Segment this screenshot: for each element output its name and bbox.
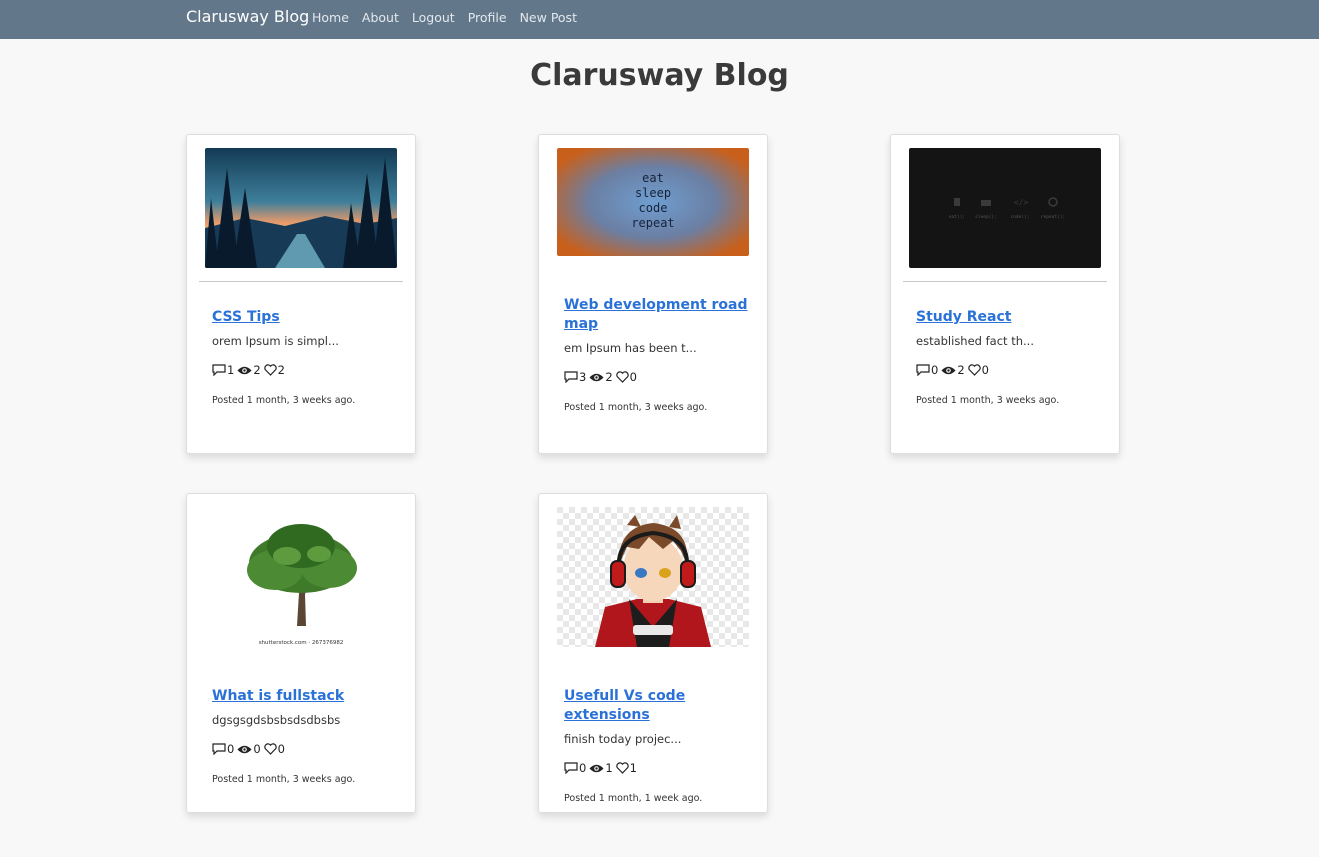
card-divider bbox=[199, 281, 403, 282]
comment-icon bbox=[212, 743, 226, 755]
card-body: Web development road map em Ipsum has be… bbox=[564, 296, 754, 413]
navbar: Clarusway Blog Home About Logout Profile… bbox=[0, 0, 1319, 39]
post-date: Posted 1 month, 3 weeks ago. bbox=[212, 395, 356, 406]
post-image-avatar bbox=[557, 507, 749, 647]
heart-icon[interactable] bbox=[263, 364, 277, 376]
post-stats: 1 2 2 bbox=[212, 363, 402, 377]
like-count[interactable]: 1 bbox=[615, 761, 637, 775]
image-caption-line: code bbox=[639, 201, 668, 215]
post-excerpt: established fact th... bbox=[916, 334, 1034, 348]
image-caption-line: code(); bbox=[1011, 214, 1030, 220]
nav-link-about[interactable]: About bbox=[362, 10, 399, 25]
image-caption-line: sleep(); bbox=[975, 214, 997, 220]
image-caption-line: repeat(); bbox=[1041, 214, 1065, 220]
comment-icon bbox=[212, 364, 226, 376]
post-excerpt: dgsgsgdsbsbsdsdbsbs bbox=[212, 713, 341, 727]
comment-count: 3 bbox=[564, 370, 586, 384]
post-excerpt: finish today projec... bbox=[564, 732, 682, 746]
post-card: Usefull Vs code extensions finish today … bbox=[538, 493, 768, 813]
post-image-dark-code: </> eat(); sleep(); code(); repeat(); bbox=[909, 148, 1101, 268]
comment-count: 1 bbox=[212, 363, 234, 377]
post-stats: 0 2 0 bbox=[916, 363, 1106, 377]
eye-icon bbox=[941, 366, 956, 374]
card-body: CSS Tips orem Ipsum is simpl... 1 2 2 Po… bbox=[212, 308, 402, 406]
eye-icon bbox=[237, 366, 252, 374]
post-title-link[interactable]: CSS Tips bbox=[212, 308, 402, 327]
post-date: Posted 1 month, 3 weeks ago. bbox=[916, 395, 1060, 406]
post-image-eat-sleep-code: eat sleep code repeat bbox=[557, 148, 749, 256]
eye-icon bbox=[589, 373, 604, 381]
view-count: 2 bbox=[941, 363, 965, 377]
comment-count: 0 bbox=[916, 363, 938, 377]
post-excerpt: em Ipsum has been t... bbox=[564, 341, 697, 355]
post-card: CSS Tips orem Ipsum is simpl... 1 2 2 Po… bbox=[186, 134, 416, 454]
card-body: Study React established fact th... 0 2 0… bbox=[916, 308, 1106, 406]
image-caption-line: sleep bbox=[635, 186, 671, 200]
post-stats: 0 1 1 bbox=[564, 761, 754, 775]
nav-links: Home About Logout Profile New Post bbox=[312, 10, 577, 25]
view-count: 2 bbox=[589, 370, 613, 384]
navbar-brand[interactable]: Clarusway Blog bbox=[186, 7, 309, 26]
post-excerpt: orem Ipsum is simpl... bbox=[212, 334, 339, 348]
card-divider bbox=[903, 281, 1107, 282]
comment-count: 0 bbox=[564, 761, 586, 775]
page-title: Clarusway Blog bbox=[530, 58, 789, 93]
view-count: 0 bbox=[237, 742, 261, 756]
like-count[interactable]: 0 bbox=[615, 370, 637, 384]
image-caption-line: eat(); bbox=[949, 214, 965, 220]
post-image-tree: shutterstock.com · 267376982 bbox=[205, 508, 397, 648]
post-date: Posted 1 month, 3 weeks ago. bbox=[564, 402, 708, 413]
like-count[interactable]: 0 bbox=[967, 363, 989, 377]
post-title-link[interactable]: Web development road map bbox=[564, 296, 754, 334]
card-body: What is fullstack dgsgsgdsbsbsdsdbsbs 0 … bbox=[212, 687, 402, 785]
view-count: 2 bbox=[237, 363, 261, 377]
post-title-link[interactable]: What is fullstack bbox=[212, 687, 402, 706]
eye-icon bbox=[589, 764, 604, 772]
post-card: shutterstock.com · 267376982 What is ful… bbox=[186, 493, 416, 813]
heart-icon[interactable] bbox=[263, 743, 277, 755]
post-stats: 3 2 0 bbox=[564, 370, 754, 384]
heart-icon[interactable] bbox=[967, 364, 981, 376]
nav-link-logout[interactable]: Logout bbox=[412, 10, 455, 25]
comment-count: 0 bbox=[212, 742, 234, 756]
post-title-link[interactable]: Usefull Vs code extensions bbox=[564, 687, 754, 725]
image-watermark: shutterstock.com · 267376982 bbox=[259, 640, 344, 646]
post-date: Posted 1 month, 3 weeks ago. bbox=[212, 774, 356, 785]
post-card: eat sleep code repeat Web development ro… bbox=[538, 134, 768, 454]
eye-icon bbox=[237, 745, 252, 753]
post-image-forest bbox=[205, 148, 397, 268]
nav-link-home[interactable]: Home bbox=[312, 10, 349, 25]
post-title-link[interactable]: Study React bbox=[916, 308, 1106, 327]
heart-icon[interactable] bbox=[615, 371, 629, 383]
view-count: 1 bbox=[589, 761, 613, 775]
image-caption-line: eat bbox=[642, 171, 664, 185]
post-date: Posted 1 month, 1 week ago. bbox=[564, 793, 703, 804]
post-card: </> eat(); sleep(); code(); repeat(); St… bbox=[890, 134, 1120, 454]
image-caption-line: repeat bbox=[631, 216, 674, 230]
comment-icon bbox=[916, 364, 930, 376]
like-count[interactable]: 2 bbox=[263, 363, 285, 377]
nav-link-profile[interactable]: Profile bbox=[468, 10, 507, 25]
svg-text:</>: </> bbox=[1014, 198, 1029, 207]
comment-icon bbox=[564, 371, 578, 383]
card-body: Usefull Vs code extensions finish today … bbox=[564, 687, 754, 804]
post-stats: 0 0 0 bbox=[212, 742, 402, 756]
nav-link-new-post[interactable]: New Post bbox=[520, 10, 577, 25]
heart-icon[interactable] bbox=[615, 762, 629, 774]
comment-icon bbox=[564, 762, 578, 774]
like-count[interactable]: 0 bbox=[263, 742, 285, 756]
